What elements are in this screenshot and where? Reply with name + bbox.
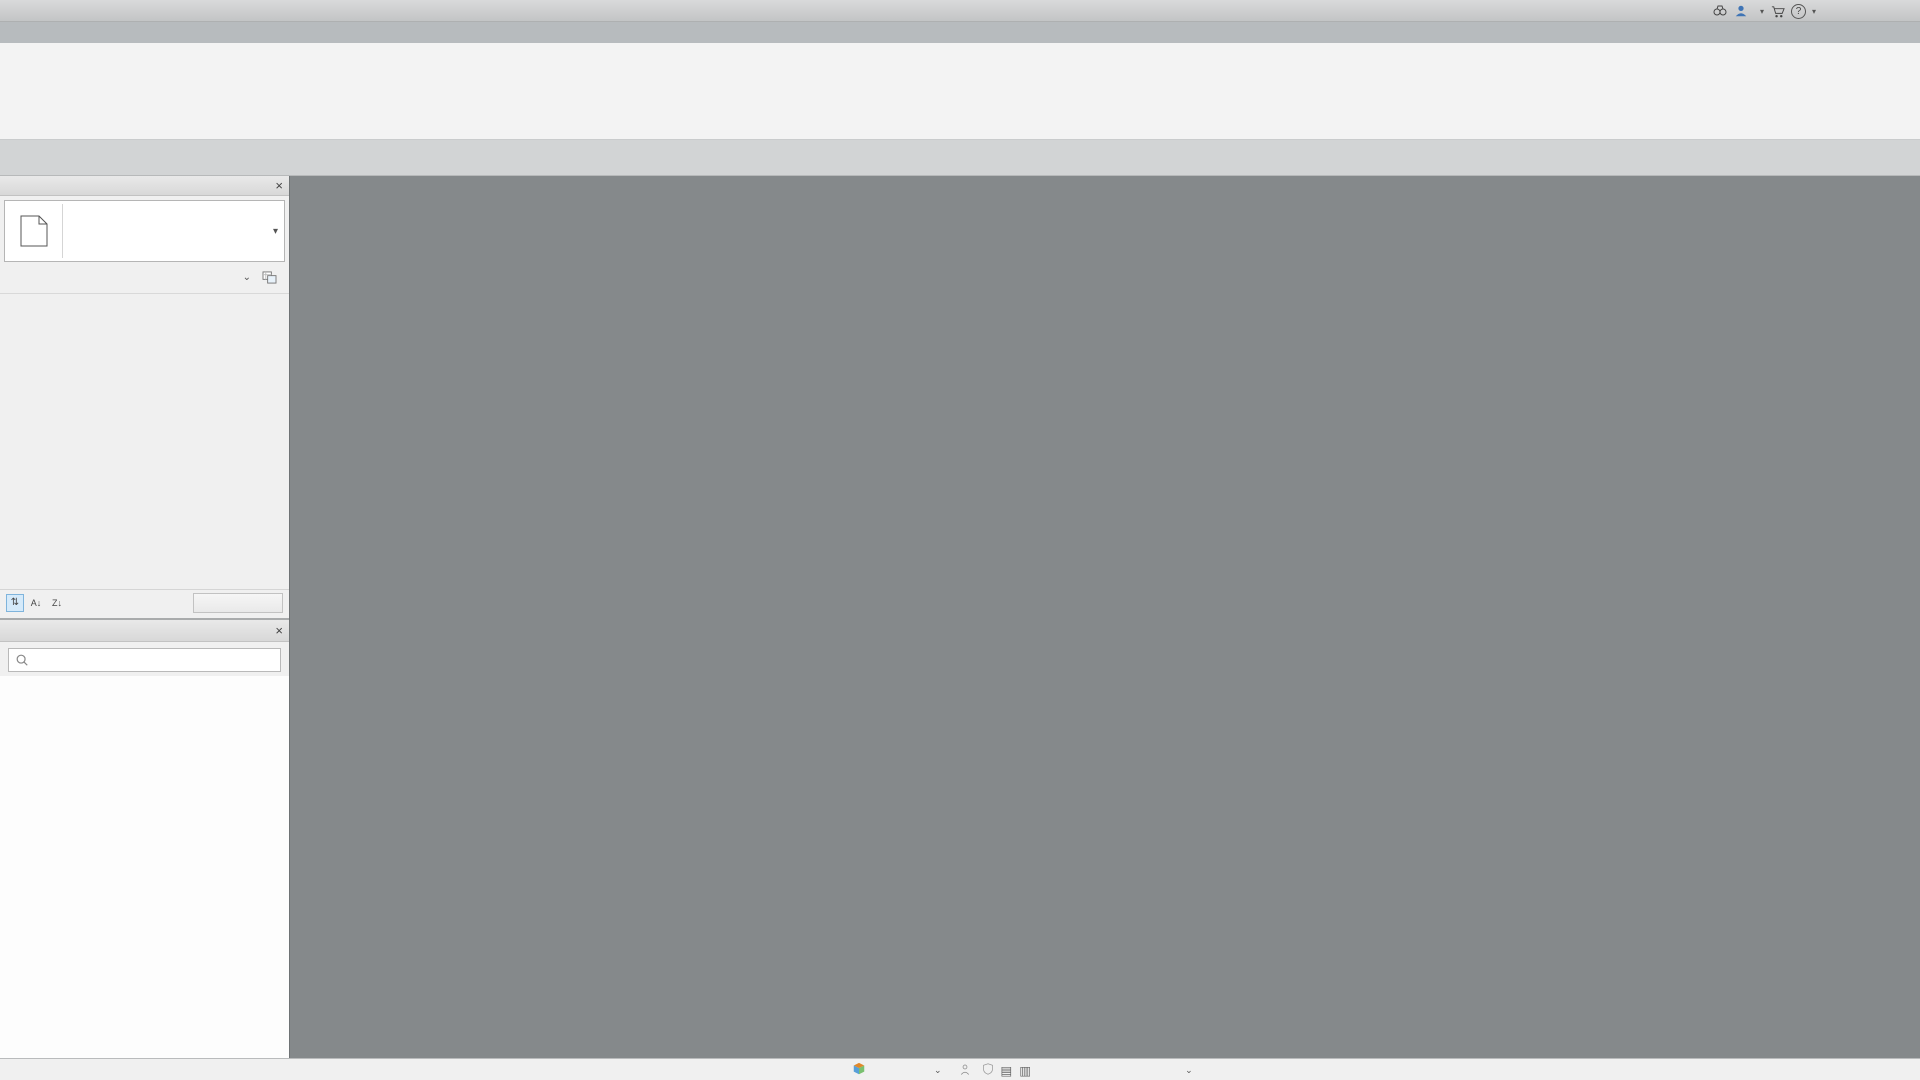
user-avatar-icon[interactable]	[1734, 4, 1748, 18]
restore-button[interactable]	[1856, 1, 1884, 21]
search-icon	[16, 654, 28, 666]
editable-only-icon[interactable]	[959, 1063, 969, 1077]
sheet-tree	[0, 676, 289, 1058]
sheet-thumbnail-icon	[5, 204, 63, 258]
worksets-icon	[852, 1062, 866, 1079]
instance-row: ⌄	[4, 265, 285, 289]
revit-window: ▾ ? ▾ × ▾ ⌄ ⇅ A↓ Z↓ × ⌄ ▤ ▥ ⌄	[0, 0, 1920, 1080]
design-options-edit-icon[interactable]: ▥	[1019, 1063, 1031, 1078]
design-options-list-icon[interactable]: ▤	[1001, 1063, 1013, 1078]
properties-palette: × ▾ ⌄ ⇅ A↓ Z↓	[0, 176, 289, 620]
help-icon[interactable]: ?	[1790, 3, 1806, 19]
status-center: ⌄ ▤ ▥ ⌄	[852, 1059, 1193, 1080]
search-icon[interactable]	[1712, 3, 1728, 19]
sort-default-icon[interactable]: ⇅	[6, 593, 24, 612]
sort-descending-icon[interactable]: Z↓	[48, 594, 66, 612]
apply-button[interactable]	[193, 592, 283, 613]
instance-selector[interactable]: ⌄	[4, 271, 258, 284]
status-bar: ⌄ ▤ ▥ ⌄	[0, 1058, 1920, 1080]
title-bar: ▾ ? ▾	[0, 0, 1920, 22]
type-selector[interactable]: ▾	[4, 200, 285, 262]
properties-header: ×	[0, 176, 289, 196]
properties-footer: ⇅ A↓ Z↓	[0, 589, 289, 615]
property-grid	[0, 293, 289, 589]
main-area: × ▾ ⌄ ⇅ A↓ Z↓ ×	[0, 176, 1920, 1058]
ribbon	[0, 43, 1920, 140]
minimize-button[interactable]	[1822, 1, 1850, 21]
sort-ascending-icon[interactable]: A↓	[27, 594, 45, 612]
shield-icon	[982, 1062, 994, 1079]
instance-selector-arrow[interactable]: ⌄	[243, 272, 251, 283]
options-bar	[0, 140, 1920, 176]
help-menu-arrow[interactable]: ▾	[1812, 7, 1816, 16]
browser-search-input[interactable]	[8, 648, 281, 672]
user-menu-arrow[interactable]: ▾	[1760, 7, 1764, 16]
store-cart-icon[interactable]	[1770, 4, 1785, 19]
browser-search-wrap	[0, 642, 289, 676]
project-browser: ×	[0, 620, 289, 1058]
left-dock: × ▾ ⌄ ⇅ A↓ Z↓ ×	[0, 176, 290, 1058]
design-option-arrow[interactable]: ⌄	[1185, 1065, 1193, 1076]
workset-select-arrow[interactable]: ⌄	[934, 1065, 942, 1076]
type-selector-arrow[interactable]: ▾	[273, 226, 284, 237]
titlebar-right: ▾ ? ▾	[1706, 0, 1918, 22]
project-browser-header: ×	[0, 620, 289, 642]
viewport-area	[291, 176, 1920, 1058]
project-browser-close-icon[interactable]: ×	[275, 623, 283, 638]
properties-close-icon[interactable]: ×	[275, 178, 283, 193]
close-button[interactable]	[1890, 1, 1918, 21]
ribbon-tab-bar	[0, 22, 1920, 43]
edit-type-button[interactable]	[258, 270, 285, 285]
